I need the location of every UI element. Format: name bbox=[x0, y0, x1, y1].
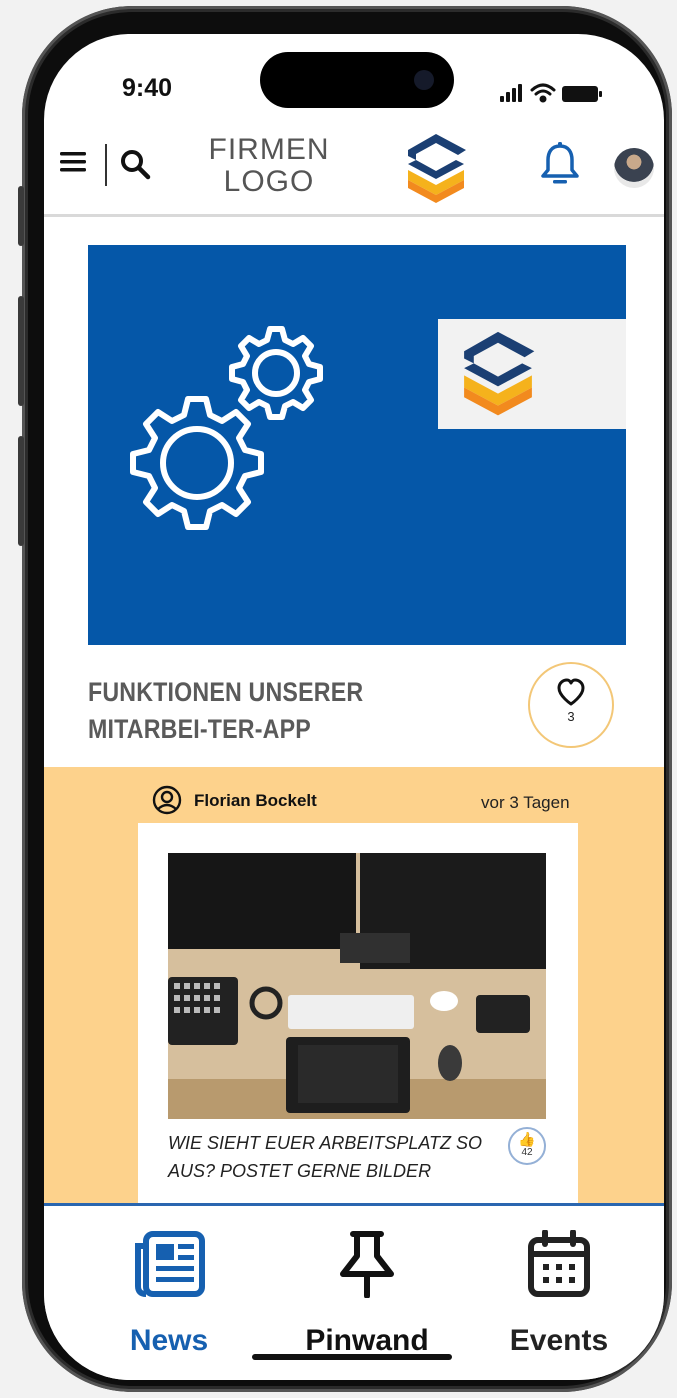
status-bar: 9:40 bbox=[44, 34, 664, 114]
heart-icon bbox=[557, 678, 585, 706]
signal-icon bbox=[500, 84, 522, 102]
volume-down-button bbox=[18, 436, 24, 546]
thumbs-up-icon: 👍 bbox=[518, 1131, 536, 1147]
logo-line-2: LOGO bbox=[223, 165, 315, 198]
app-header: FIRMEN LOGO bbox=[44, 114, 664, 217]
post-like-count: 42 bbox=[521, 1147, 533, 1158]
banner-logo-box bbox=[438, 319, 626, 429]
status-time: 9:40 bbox=[122, 74, 173, 102]
post-time: vor 3 Tagen bbox=[481, 793, 570, 812]
company-logo-text: FIRMEN LOGO bbox=[194, 134, 344, 198]
tab-events-label: Events bbox=[509, 1324, 609, 1357]
wifi-icon bbox=[530, 83, 556, 103]
tab-pinwand[interactable]: Pinwand bbox=[267, 1206, 467, 1358]
bell-icon[interactable] bbox=[540, 142, 580, 186]
featured-post-title[interactable]: FUNKTIONEN UNSERER MITARBEI-TER-APP bbox=[88, 674, 449, 748]
featured-like-button[interactable]: 3 bbox=[528, 662, 614, 748]
gears-icon bbox=[130, 326, 323, 530]
post-text: WIE SIEHT EUER ARBEITSPLATZ SO AUS? POST… bbox=[168, 1133, 483, 1181]
status-icons bbox=[500, 83, 602, 103]
logo-line-1: FIRMEN bbox=[208, 133, 330, 166]
workspace-photo bbox=[168, 853, 546, 1119]
post-card[interactable]: WIE SIEHT EUER ARBEITSPLATZ SO AUS? POST… bbox=[138, 823, 578, 1243]
app-screen: 9:40 FIRMEN LOGO FUNKTIONEN UNSERER MITA… bbox=[44, 34, 664, 1380]
post-photo[interactable] bbox=[168, 853, 546, 1119]
post-author[interactable]: Florian Bockelt bbox=[194, 791, 317, 811]
battery-icon bbox=[562, 86, 602, 102]
user-avatar[interactable] bbox=[614, 148, 654, 188]
user-circle-icon bbox=[152, 785, 182, 815]
post-like-button[interactable]: 👍 42 bbox=[508, 1127, 546, 1165]
menu-icon[interactable] bbox=[60, 148, 88, 176]
brand-logo-icon bbox=[408, 134, 466, 203]
newspaper-icon bbox=[135, 1231, 205, 1297]
tab-news-label: News bbox=[129, 1324, 209, 1357]
camera-icon bbox=[414, 70, 434, 90]
feed-post: Florian Bockelt vor 3 Tagen WIE SIEHT EU… bbox=[44, 767, 664, 1243]
featured-banner-image[interactable] bbox=[88, 245, 626, 645]
brand-logo-icon bbox=[464, 331, 535, 416]
search-icon[interactable] bbox=[118, 147, 152, 181]
action-button bbox=[18, 186, 24, 246]
tab-pinwand-label: Pinwand bbox=[305, 1324, 429, 1357]
featured-like-count: 3 bbox=[567, 709, 575, 724]
pin-icon bbox=[340, 1231, 394, 1298]
dynamic-island bbox=[260, 52, 454, 108]
home-indicator[interactable] bbox=[252, 1354, 452, 1360]
volume-up-button bbox=[18, 296, 24, 406]
tab-news[interactable]: News bbox=[69, 1206, 269, 1358]
tab-events[interactable]: Events bbox=[459, 1206, 659, 1358]
calendar-icon bbox=[528, 1230, 590, 1297]
header-divider bbox=[105, 144, 107, 186]
